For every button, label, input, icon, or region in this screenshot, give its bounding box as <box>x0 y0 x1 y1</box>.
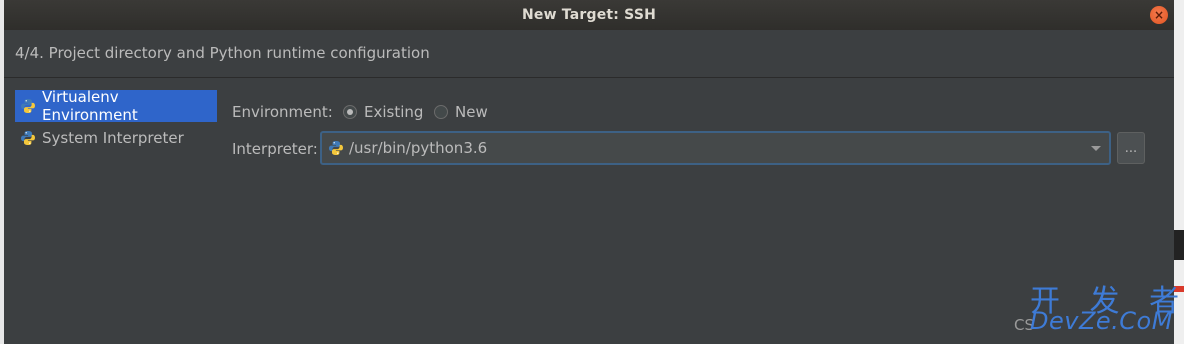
sidebar-item-label: Virtualenv Environment <box>42 88 138 124</box>
title-bar[interactable]: New Target: SSH × <box>4 0 1174 30</box>
sidebar-item-virtualenv[interactable]: Virtualenv Environment <box>15 88 217 124</box>
watermark-site: DevZe.CoM <box>1030 307 1173 335</box>
chevron-down-icon[interactable] <box>1091 146 1101 151</box>
environment-label: Environment: <box>232 103 333 121</box>
window-title: New Target: SSH <box>521 7 657 23</box>
header-divider <box>4 77 1174 78</box>
browse-button[interactable]: ... <box>1117 132 1145 164</box>
sidebar-item-label: System Interpreter <box>42 129 184 147</box>
dialog-window: New Target: SSH × 4/4. Project directory… <box>4 0 1179 344</box>
interpreter-label: Interpreter: <box>232 140 318 158</box>
python-icon <box>329 141 343 155</box>
new-radio[interactable] <box>434 105 448 119</box>
step-header: 4/4. Project directory and Python runtim… <box>15 44 430 62</box>
background-block <box>1174 230 1184 260</box>
environment-type-list: Virtualenv Environment System Interprete… <box>15 88 217 154</box>
interpreter-value: /usr/bin/python3.6 <box>349 139 488 157</box>
close-icon: × <box>1153 8 1165 22</box>
interpreter-dropdown[interactable]: /usr/bin/python3.6 <box>320 131 1111 165</box>
existing-radio-label[interactable]: Existing <box>364 103 423 121</box>
python-icon <box>21 99 35 113</box>
new-radio-label[interactable]: New <box>455 103 488 121</box>
sidebar-item-system-interpreter[interactable]: System Interpreter <box>15 122 217 154</box>
existing-radio[interactable] <box>343 105 357 119</box>
python-icon <box>21 131 35 145</box>
close-button[interactable]: × <box>1150 6 1168 24</box>
